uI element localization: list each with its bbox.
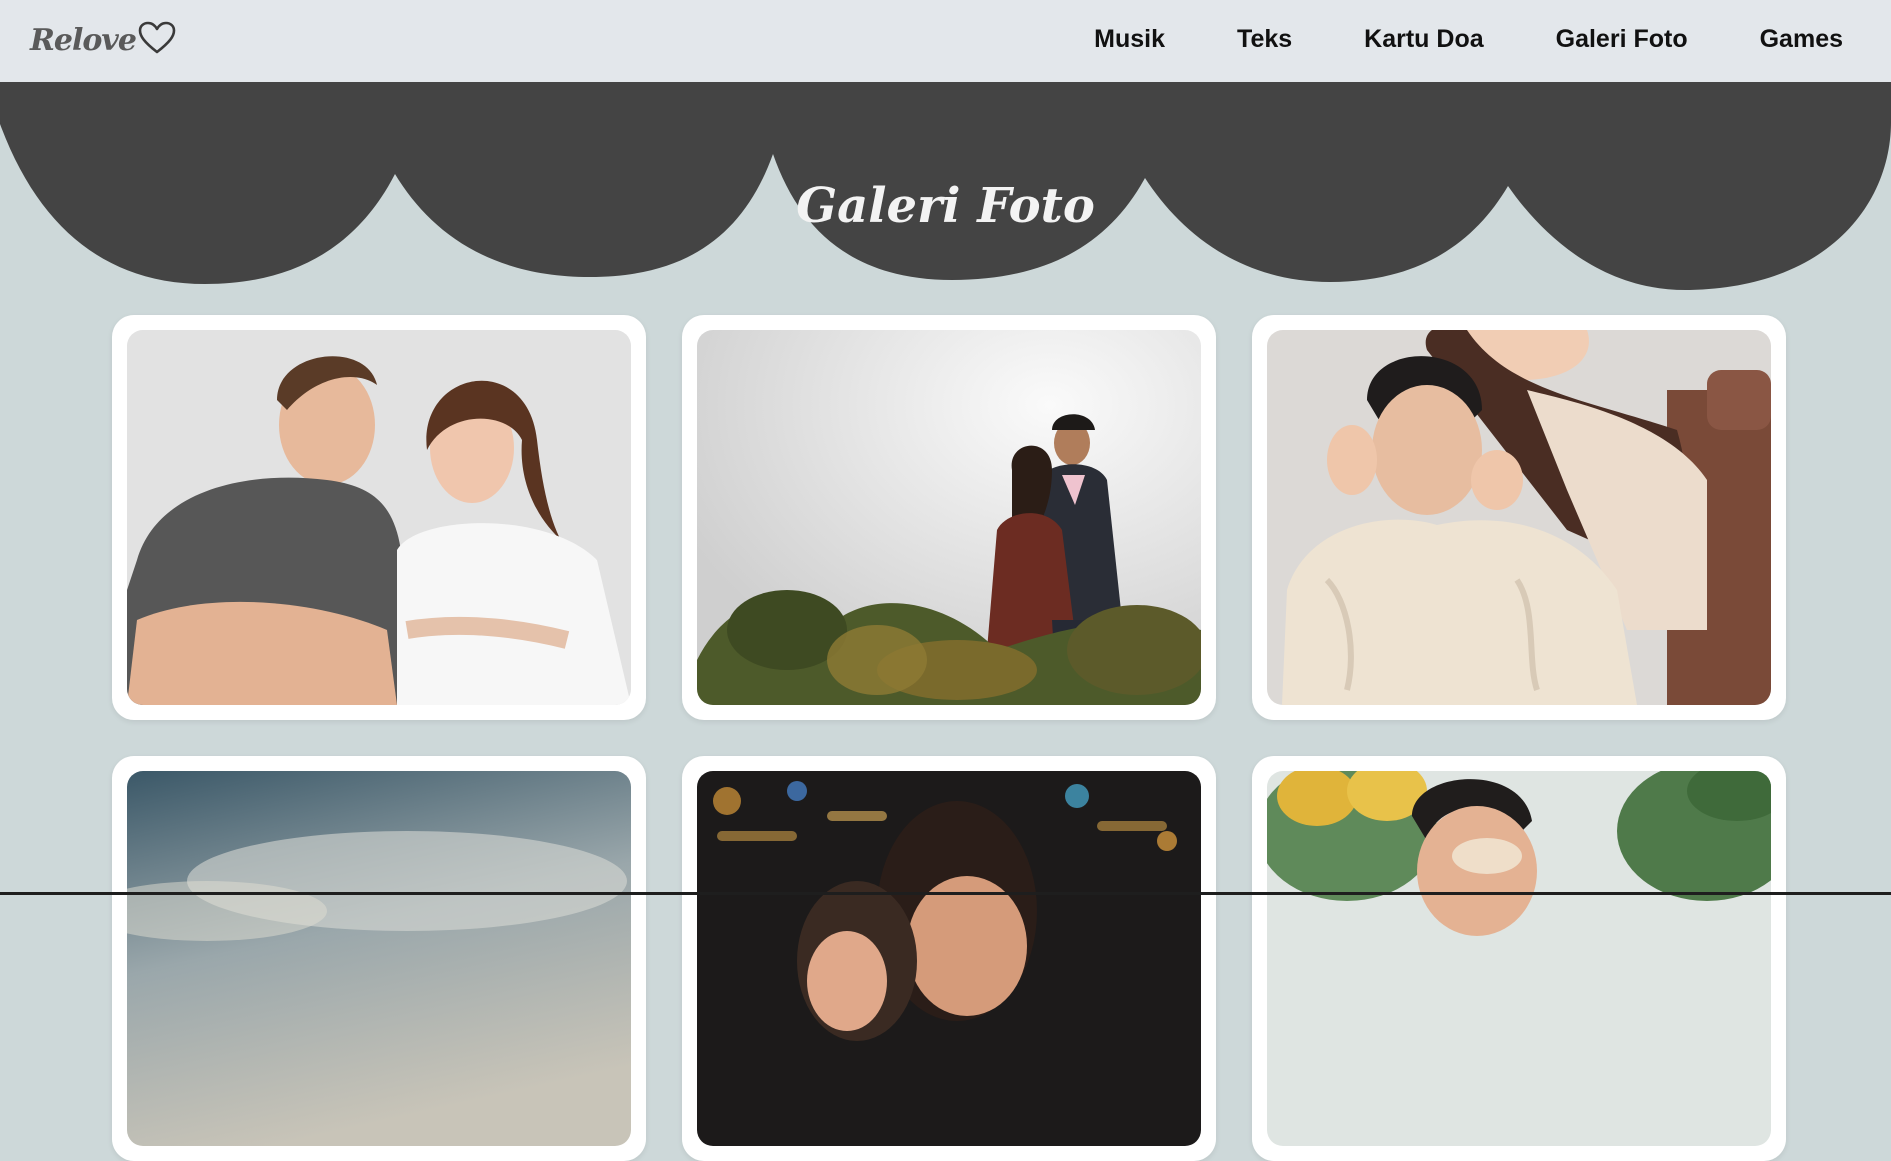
nav-link-games[interactable]: Games — [1760, 25, 1843, 54]
brand-logo[interactable]: Relove — [30, 18, 176, 62]
gallery-photo[interactable] — [697, 330, 1201, 705]
page-title: Galeri Foto — [796, 178, 1095, 235]
gallery-card[interactable] — [1252, 315, 1786, 720]
gallery-card[interactable] — [112, 756, 646, 1161]
gallery-card[interactable] — [112, 315, 646, 720]
gallery-card[interactable] — [682, 756, 1216, 1161]
gallery-photo[interactable] — [1267, 330, 1771, 705]
gallery-photo[interactable] — [1267, 771, 1771, 1146]
nav-link-teks[interactable]: Teks — [1237, 25, 1292, 54]
heart-outline-icon — [138, 21, 176, 59]
gallery-card[interactable] — [1252, 756, 1786, 1161]
brand-name: Relove — [30, 22, 137, 58]
main-nav: Musik Teks Kartu Doa Galeri Foto Games — [1022, 0, 1843, 78]
gallery-card[interactable] — [682, 315, 1216, 720]
gallery-photo[interactable] — [127, 330, 631, 705]
gallery-photo[interactable] — [697, 771, 1201, 1146]
nav-link-galeri-foto[interactable]: Galeri Foto — [1556, 25, 1688, 54]
gallery-photo[interactable] — [127, 771, 631, 1146]
navbar: Relove Musik Teks Kartu Doa Galeri Foto … — [0, 0, 1891, 82]
nav-link-kartu-doa[interactable]: Kartu Doa — [1364, 25, 1483, 54]
nav-link-musik[interactable]: Musik — [1094, 25, 1165, 54]
